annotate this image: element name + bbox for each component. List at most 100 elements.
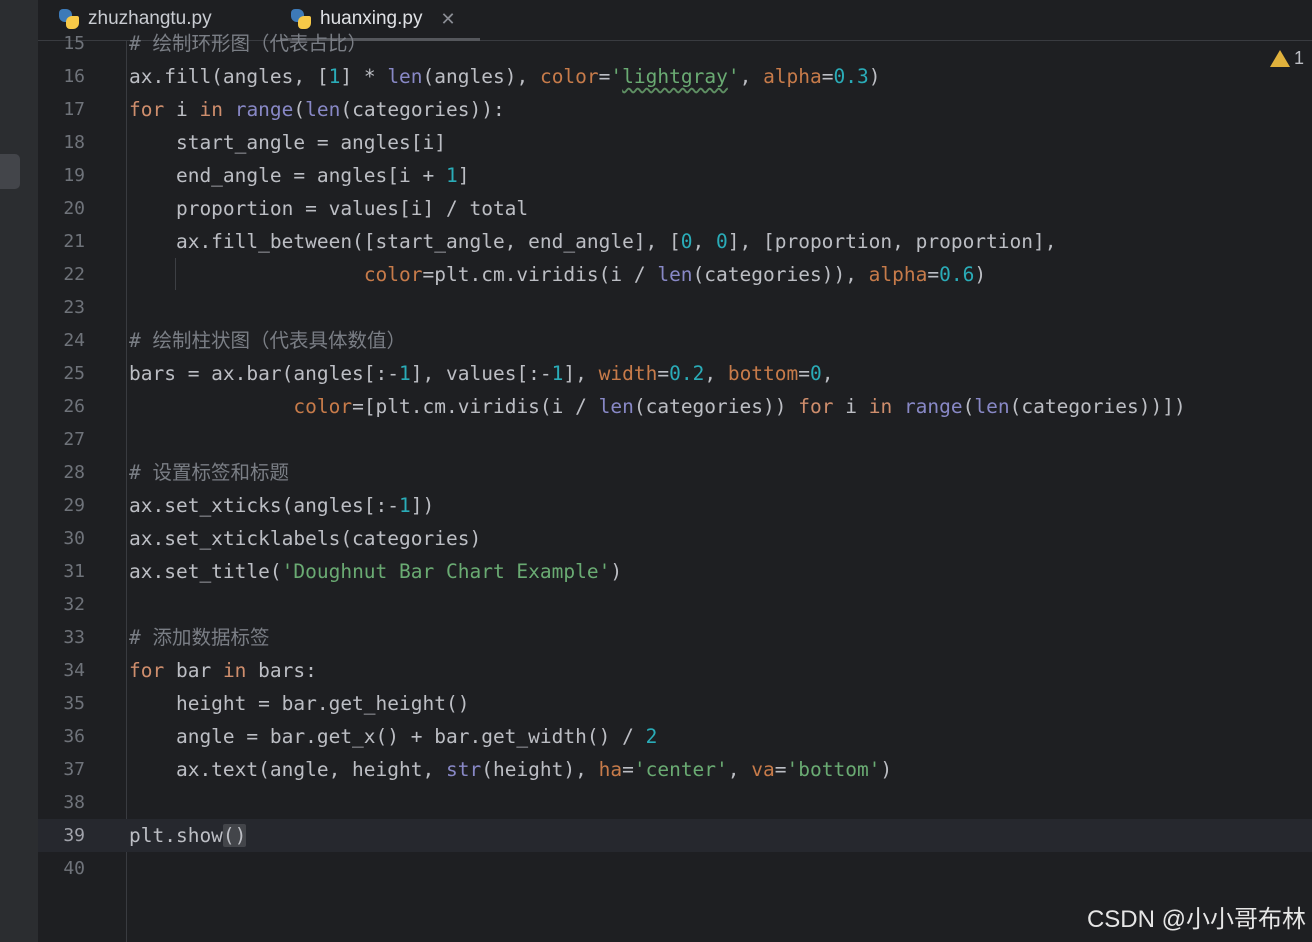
code-token: = (657, 362, 670, 385)
code-token: color (539, 65, 599, 88)
code-line[interactable]: 15 # 绘制环形图（代表占比） (38, 27, 1312, 60)
code-text: bars = ax.bar(angles[:-1], values[:-1], … (129, 357, 834, 390)
code-token: = (598, 65, 611, 88)
code-line[interactable]: 26 color=[plt.cm.viridis(i / len(categor… (38, 390, 1312, 423)
code-token: height = bar.get_height() (129, 692, 470, 715)
code-line[interactable]: 37 ax.text(angle, height, str(height), h… (38, 753, 1312, 786)
code-text: # 绘制柱状图（代表具体数值） (129, 324, 406, 357)
line-number: 24 (63, 330, 85, 351)
code-line[interactable]: 31 ax.set_title('Doughnut Bar Chart Examp… (38, 555, 1312, 588)
code-line[interactable]: 35 height = bar.get_height() (38, 687, 1312, 720)
code-line[interactable]: 33 # 添加数据标签 (38, 621, 1312, 654)
code-token: # 添加数据标签 (129, 626, 270, 649)
code-token: lightgray (622, 65, 728, 88)
code-token: ax.set_title( (129, 560, 282, 583)
code-line[interactable]: 23 (38, 291, 1312, 324)
code-line[interactable]: 24 # 绘制柱状图（代表具体数值） (38, 324, 1312, 357)
code-text: for bar in bars: (129, 654, 317, 687)
code-text: ax.set_xticklabels(categories) (129, 522, 481, 555)
line-number: 21 (63, 231, 85, 252)
code-token: ax.set_xticks(angles[:- (129, 494, 400, 517)
code-token: 1 (445, 164, 458, 187)
code-line[interactable]: 28 # 设置标签和标题 (38, 456, 1312, 489)
code-token: len (974, 395, 1010, 418)
line-number: 29 (63, 495, 85, 516)
code-line[interactable]: 21 ax.fill_between([start_angle, end_ang… (38, 225, 1312, 258)
code-line[interactable]: 36 angle = bar.get_x() + bar.get_width()… (38, 720, 1312, 753)
code-line[interactable]: 27 (38, 423, 1312, 456)
line-number: 18 (63, 132, 85, 153)
code-token: len (657, 263, 693, 286)
code-token: ha (598, 758, 623, 781)
code-token: = (798, 362, 811, 385)
code-line[interactable]: 34 for bar in bars: (38, 654, 1312, 687)
code-token: color (363, 263, 423, 286)
code-token: = (821, 65, 834, 88)
code-line[interactable]: 17 for i in range(len(categories)): (38, 93, 1312, 126)
code-line[interactable]: 20 proportion = values[i] / total (38, 192, 1312, 225)
code-token: , (739, 65, 764, 88)
line-number: 19 (63, 165, 85, 186)
code-line[interactable]: 19 end_angle = angles[i + 1] (38, 159, 1312, 192)
code-token: 'bottom' (786, 758, 881, 781)
line-number: 37 (63, 759, 85, 780)
code-text: ax.fill(angles, [1] * len(angles), color… (129, 60, 881, 93)
code-token: (categories)) (633, 395, 799, 418)
warning-count: 1 (1293, 48, 1304, 68)
code-token: alpha (763, 65, 822, 88)
line-number: 27 (63, 429, 85, 450)
code-text: angle = bar.get_x() + bar.get_width() / … (129, 720, 657, 753)
code-token: for (129, 98, 165, 121)
code-token: ], (563, 362, 599, 385)
code-line[interactable]: 39 plt.show() (38, 819, 1312, 852)
code-token: 1 (328, 65, 341, 88)
code-line[interactable]: 25 bars = ax.bar(angles[:-1], values[:-1]… (38, 357, 1312, 390)
line-number: 22 (63, 264, 85, 285)
code-token: 1 (551, 362, 564, 385)
inspection-widget[interactable]: 1 (1269, 48, 1304, 69)
code-token: range (234, 98, 294, 121)
code-token: for (798, 395, 834, 418)
code-editor[interactable]: 15 # 绘制环形图（代表占比） 16 ax.fill(angles, [1] * l… (38, 32, 1312, 942)
code-token: ], [proportion, proportion], (727, 230, 1057, 253)
code-token: ] (457, 164, 470, 187)
code-token: color (293, 395, 353, 418)
code-token: ] * (340, 65, 388, 88)
active-tool-marker[interactable] (0, 154, 20, 189)
code-token: , (692, 230, 717, 253)
code-line[interactable]: 38 (38, 786, 1312, 819)
code-token: len (305, 98, 341, 121)
line-number: 17 (63, 99, 85, 120)
code-line[interactable]: 40 (38, 852, 1312, 885)
code-token: = (927, 263, 940, 286)
code-text: ax.set_title('Doughnut Bar Chart Example… (129, 555, 622, 588)
code-line[interactable]: 16 ax.fill(angles, [1] * len(angles), col… (38, 60, 1312, 93)
code-token: start_angle = angles[i] (129, 131, 446, 154)
code-text: start_angle = angles[i] (129, 126, 446, 159)
code-token: 'Doughnut Bar Chart Example' (281, 560, 611, 583)
code-text: # 绘制环形图（代表占比） (129, 27, 367, 60)
code-line[interactable]: 30 ax.set_xticklabels(categories) (38, 522, 1312, 555)
code-token: ( (293, 98, 306, 121)
code-line[interactable]: 18 start_angle = angles[i] (38, 126, 1312, 159)
code-token: bar (164, 659, 223, 682)
code-token: end_angle = angles[i + (129, 164, 446, 187)
code-line[interactable]: 22 color=plt.cm.viridis(i / len(categori… (38, 258, 1312, 291)
code-token: 1 (399, 494, 411, 517)
code-token: len (598, 395, 634, 418)
code-token: =plt.cm.viridis(i / (422, 263, 658, 286)
code-token: , (821, 362, 834, 385)
code-text: color=[plt.cm.viridis(i / len(categories… (129, 390, 1185, 423)
line-number: 23 (63, 297, 85, 318)
line-number: 26 (63, 396, 85, 417)
code-line[interactable]: 29 ax.set_xticks(angles[:-1]) (38, 489, 1312, 522)
line-number: 34 (63, 660, 85, 681)
code-token: 1 (399, 362, 411, 385)
code-token: ], values[:- (410, 362, 552, 385)
indent-guide (175, 258, 176, 290)
warning-icon (1269, 50, 1290, 67)
code-line[interactable]: 32 (38, 588, 1312, 621)
